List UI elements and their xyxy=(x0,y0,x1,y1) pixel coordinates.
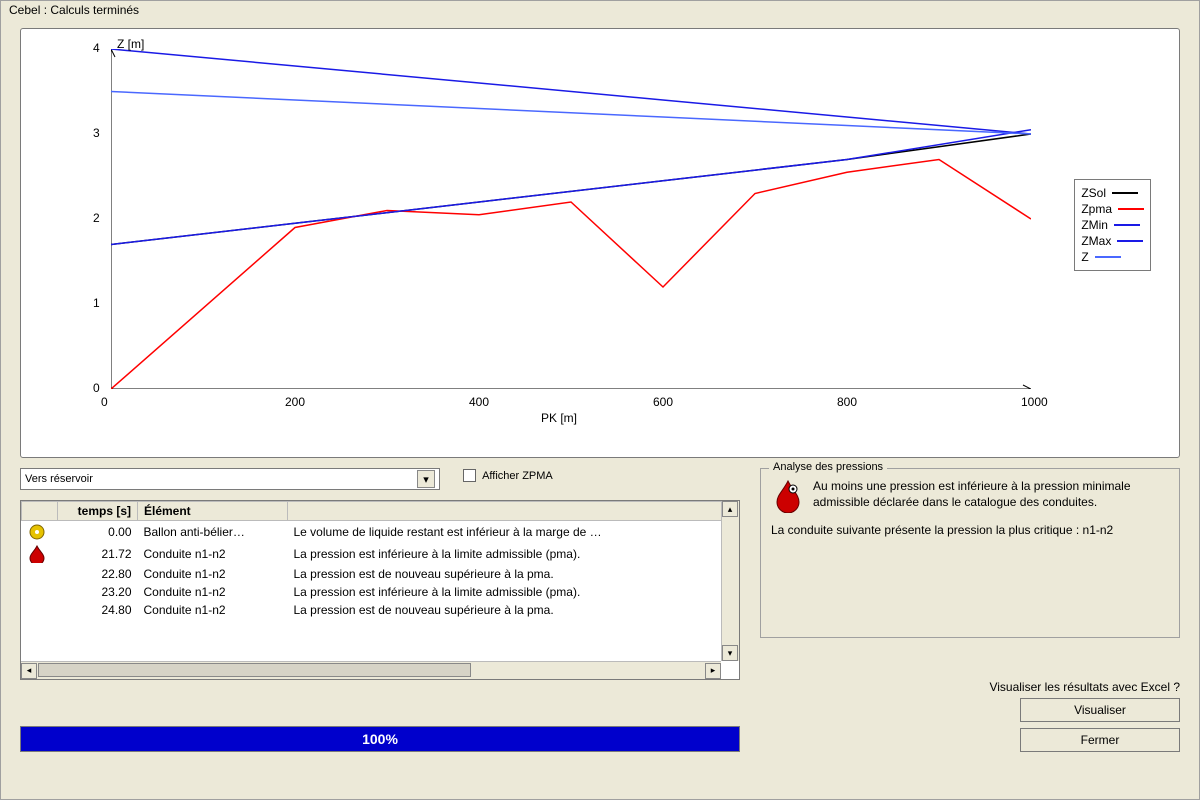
col-message[interactable] xyxy=(288,502,739,521)
table-header-row: temps [s] Élément xyxy=(22,502,739,521)
legend-item: ZMin xyxy=(1081,218,1144,232)
legend-label: ZMin xyxy=(1081,218,1108,232)
legend-item: Z xyxy=(1081,250,1144,264)
legend-swatch-icon xyxy=(1112,192,1138,194)
y-tick: 3 xyxy=(93,126,100,140)
row-temps: 24.80 xyxy=(58,601,138,619)
window: Cebel : Calculs terminés Z [m] PK [m] ZS… xyxy=(0,0,1200,800)
row-icon xyxy=(22,583,58,601)
row-message: La pression est de nouveau supérieure à … xyxy=(288,565,739,583)
dropdown-selected: Vers réservoir xyxy=(25,473,93,485)
x-tick: 0 xyxy=(101,395,108,409)
y-tick: 2 xyxy=(93,211,100,225)
row-temps: 22.80 xyxy=(58,565,138,583)
row-icon xyxy=(22,601,58,619)
legend-swatch-icon xyxy=(1114,224,1140,226)
y-axis-label: Z [m] xyxy=(117,37,144,51)
row-element: Conduite n1-n2 xyxy=(138,565,288,583)
scroll-thumb[interactable] xyxy=(38,663,471,677)
warning-blood-drop-icon xyxy=(771,479,805,513)
scroll-left-icon[interactable]: ◂ xyxy=(21,663,37,679)
legend-swatch-icon xyxy=(1117,240,1143,242)
row-message: La pression est de nouveau supérieure à … xyxy=(288,601,739,619)
legend-item: Zpma xyxy=(1081,202,1144,216)
row-icon xyxy=(22,565,58,583)
afficher-zpma-checkbox[interactable] xyxy=(463,469,476,482)
row-temps: 23.20 xyxy=(58,583,138,601)
legend-label: Zpma xyxy=(1081,202,1112,216)
table-horizontal-scrollbar[interactable]: ◂ ▸ xyxy=(21,661,721,679)
table-vertical-scrollbar[interactable]: ▴ ▾ xyxy=(721,501,739,661)
scroll-down-icon[interactable]: ▾ xyxy=(722,645,738,661)
x-tick: 200 xyxy=(285,395,305,409)
analysis-groupbox: Analyse des pressions Au moins une press… xyxy=(760,468,1180,638)
x-axis-label: PK [m] xyxy=(541,411,577,425)
table-row[interactable]: 24.80 Conduite n1-n2 La pression est de … xyxy=(22,601,739,619)
analysis-text-1: Au moins une pression est inférieure à l… xyxy=(771,479,1169,510)
table-row[interactable]: 21.72 Conduite n1-n2 La pression est inf… xyxy=(22,543,739,565)
analysis-title: Analyse des pressions xyxy=(769,461,887,473)
visualiser-button[interactable]: Visualiser xyxy=(1020,698,1180,722)
y-tick: 4 xyxy=(93,41,100,55)
progress-text: 100% xyxy=(362,731,398,747)
row-element: Conduite n1-n2 xyxy=(138,543,288,565)
afficher-zpma-label: Afficher ZPMA xyxy=(482,470,553,482)
x-tick: 1000 xyxy=(1021,395,1048,409)
x-tick: 800 xyxy=(837,395,857,409)
fermer-button[interactable]: Fermer xyxy=(1020,728,1180,752)
legend-swatch-icon xyxy=(1095,256,1121,258)
legend-label: ZMax xyxy=(1081,234,1111,248)
legend-item: ZSol xyxy=(1081,186,1144,200)
row-icon xyxy=(22,543,58,565)
scroll-right-icon[interactable]: ▸ xyxy=(705,663,721,679)
row-element: Ballon anti-bélier… xyxy=(138,521,288,544)
legend-label: Z xyxy=(1081,250,1088,264)
row-message: Le volume de liquide restant est inférie… xyxy=(288,521,739,544)
row-temps: 21.72 xyxy=(58,543,138,565)
scroll-up-icon[interactable]: ▴ xyxy=(722,501,738,517)
row-message: La pression est inférieure à la limite a… xyxy=(288,583,739,601)
legend-swatch-icon xyxy=(1118,208,1144,210)
row-temps: 0.00 xyxy=(58,521,138,544)
direction-dropdown[interactable]: Vers réservoir ▾ xyxy=(20,468,440,490)
chart-legend: ZSol Zpma ZMin ZMax Z xyxy=(1074,179,1151,271)
col-element[interactable]: Élément xyxy=(138,502,288,521)
window-title: Cebel : Calculs terminés xyxy=(1,1,1199,19)
legend-item: ZMax xyxy=(1081,234,1144,248)
col-icon[interactable] xyxy=(22,502,58,521)
table-row[interactable]: 22.80 Conduite n1-n2 La pression est de … xyxy=(22,565,739,583)
table-row[interactable]: 0.00 Ballon anti-bélier… Le volume de li… xyxy=(22,521,739,544)
table-row[interactable]: 23.20 Conduite n1-n2 La pression est inf… xyxy=(22,583,739,601)
chart-panel: Z [m] PK [m] ZSol Zpma ZMin ZMax Z 0 1 2 3 4 0 200… xyxy=(20,28,1180,458)
x-tick: 400 xyxy=(469,395,489,409)
col-temps[interactable]: temps [s] xyxy=(58,502,138,521)
row-icon xyxy=(22,521,58,544)
progress-bar: 100% xyxy=(20,726,740,752)
result-prompt: Visualiser les résultats avec Excel ? xyxy=(989,680,1180,694)
analysis-text-2: La conduite suivante présente la pressio… xyxy=(771,523,1169,539)
chart-plot xyxy=(111,49,1031,389)
row-message: La pression est inférieure à la limite a… xyxy=(288,543,739,565)
row-element: Conduite n1-n2 xyxy=(138,601,288,619)
x-tick: 600 xyxy=(653,395,673,409)
legend-label: ZSol xyxy=(1081,186,1106,200)
dropdown-arrow-icon[interactable]: ▾ xyxy=(417,470,435,488)
y-tick: 0 xyxy=(93,381,100,395)
events-table[interactable]: temps [s] Élément 0.00 Ballon anti-bélie… xyxy=(20,500,740,680)
y-tick: 1 xyxy=(93,296,100,310)
row-element: Conduite n1-n2 xyxy=(138,583,288,601)
